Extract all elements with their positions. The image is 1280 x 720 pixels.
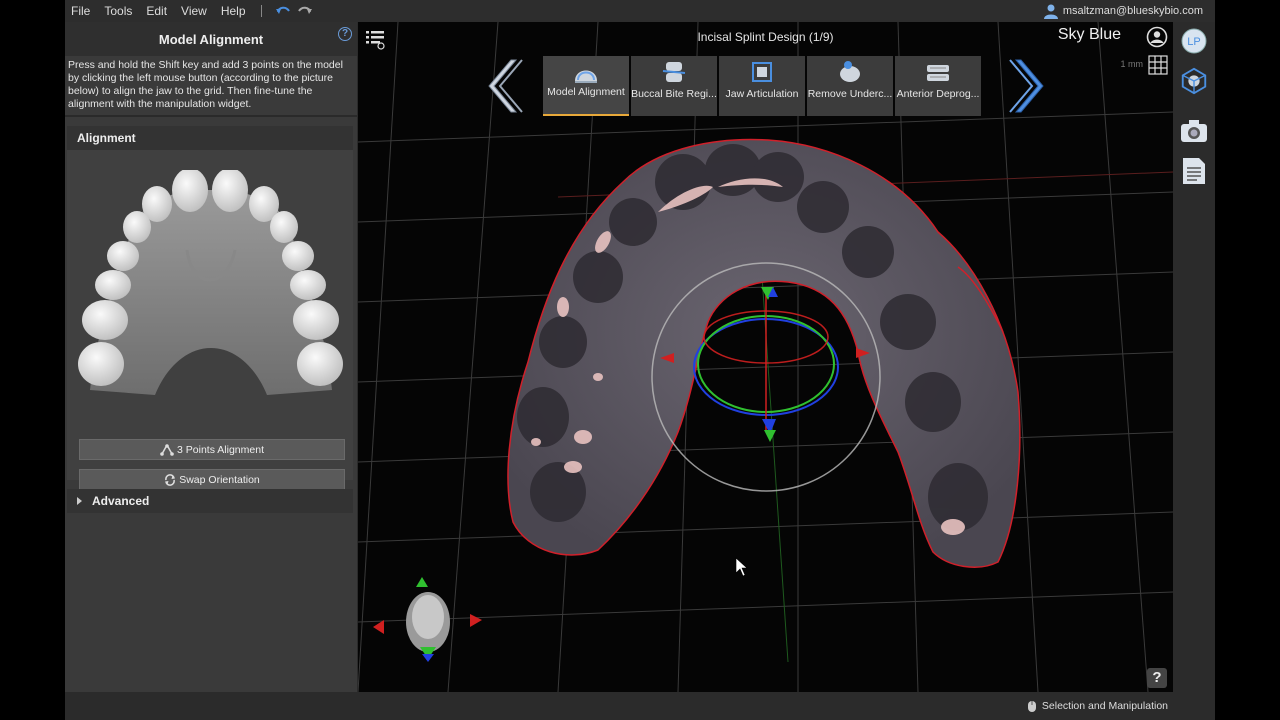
jaw-diagram-image — [78, 170, 343, 395]
help-icon[interactable]: ? — [338, 27, 352, 41]
step-buccal-bite[interactable]: Buccal Bite Regi... — [631, 56, 717, 116]
camera-icon[interactable] — [1179, 116, 1209, 146]
expand-triangle-icon — [77, 497, 82, 505]
profile-icon[interactable] — [1146, 26, 1168, 48]
three-points-icon — [160, 443, 174, 456]
buccal-bite-icon — [662, 62, 686, 82]
jaw-articulation-icon — [752, 62, 772, 82]
swap-orientation-button[interactable]: Swap Orientation — [79, 469, 345, 490]
3d-scene — [358, 22, 1173, 692]
three-points-label: 3 Points Alignment — [177, 443, 264, 456]
menu-separator — [260, 5, 262, 17]
panel-title-text: Model Alignment — [158, 31, 264, 47]
instructions-text: Press and hold the Shift key and add 3 p… — [68, 59, 343, 110]
step-anterior-deprogrammer[interactable]: Anterior Deprog... — [895, 56, 981, 116]
prev-step-arrow-icon[interactable] — [486, 56, 541, 116]
remove-undercuts-icon — [840, 61, 860, 82]
grid-scale-label: 1 mm — [1120, 59, 1144, 69]
svg-text:LP: LP — [1187, 36, 1200, 48]
panel-empty-area — [65, 517, 357, 692]
next-step-arrow-icon[interactable] — [991, 56, 1046, 116]
app-window: File Tools Edit View Help msaltzman@blue… — [65, 0, 1215, 720]
advanced-section-header[interactable]: Advanced — [67, 489, 353, 513]
user-email: msaltzman@blueskybio.com — [1062, 5, 1203, 17]
step-label: Anterior Deprog... — [896, 88, 980, 100]
step-list: Model Alignment Buccal Bite Regi... Jaw … — [543, 56, 981, 116]
menubar: File Tools Edit View Help msaltzman@blue… — [65, 0, 1215, 22]
alignment-section-header[interactable]: Alignment — [67, 126, 353, 150]
menu-edit[interactable]: Edit — [139, 0, 174, 22]
divider — [65, 115, 357, 117]
interaction-mode: Selection and Manipulation — [1027, 692, 1168, 720]
user-account[interactable]: msaltzman@blueskybio.com — [1043, 0, 1203, 22]
step-jaw-articulation[interactable]: Jaw Articulation — [719, 56, 805, 116]
status-mode-label: Selection and Manipulation — [1041, 700, 1168, 712]
step-label: Model Alignment — [547, 86, 625, 98]
menu-file[interactable]: File — [65, 0, 97, 22]
left-panel: Model Alignment ? Press and hold the Shi… — [65, 22, 357, 692]
anterior-deprogrammer-icon — [927, 65, 949, 81]
layer-list-icon[interactable] — [364, 28, 386, 50]
report-document-icon[interactable] — [1179, 156, 1209, 186]
right-toolbar: LP — [1173, 22, 1215, 692]
menu-help[interactable]: Help — [214, 0, 253, 22]
menu-tools[interactable]: Tools — [97, 0, 139, 22]
context-help-icon[interactable]: ? — [1147, 668, 1167, 688]
step-remove-undercuts[interactable]: Remove Underc... — [807, 56, 893, 116]
step-label: Jaw Articulation — [725, 88, 799, 100]
user-icon — [1043, 4, 1058, 19]
three-points-alignment-button[interactable]: 3 Points Alignment — [79, 439, 345, 460]
panel-title: Model Alignment ? — [65, 22, 357, 56]
advanced-header-label: Advanced — [92, 494, 150, 508]
step-model-alignment[interactable]: Model Alignment — [543, 56, 629, 116]
swap-icon — [165, 473, 176, 486]
step-label: Remove Underc... — [807, 88, 893, 100]
3d-viewport[interactable]: Incisal Splint Design (1/9) Sky Blue 1 m… — [358, 22, 1173, 692]
redo-icon[interactable] — [294, 0, 316, 22]
alignment-section-body: 3 Points Alignment Swap Orientation — [67, 150, 353, 490]
menu-view[interactable]: View — [174, 0, 214, 22]
swap-orientation-label: Swap Orientation — [179, 473, 260, 486]
step-label: Buccal Bite Regi... — [631, 88, 717, 100]
view-orientation-icon[interactable] — [1179, 66, 1209, 96]
model-alignment-icon — [575, 70, 597, 83]
status-bar: Selection and Manipulation — [65, 692, 1215, 720]
orientation-head — [373, 577, 482, 662]
undo-icon[interactable] — [272, 0, 294, 22]
mouse-icon — [1027, 700, 1036, 712]
grid-icon[interactable] — [1147, 54, 1169, 76]
workflow-title: Incisal Splint Design (1/9) — [697, 30, 834, 44]
brand-label: Sky Blue — [1057, 26, 1121, 43]
lp-logo-icon[interactable]: LP — [1179, 26, 1209, 56]
workflow-step-toolbar: Model Alignment Buccal Bite Regi... Jaw … — [486, 56, 1046, 116]
alignment-header-label: Alignment — [77, 131, 136, 145]
